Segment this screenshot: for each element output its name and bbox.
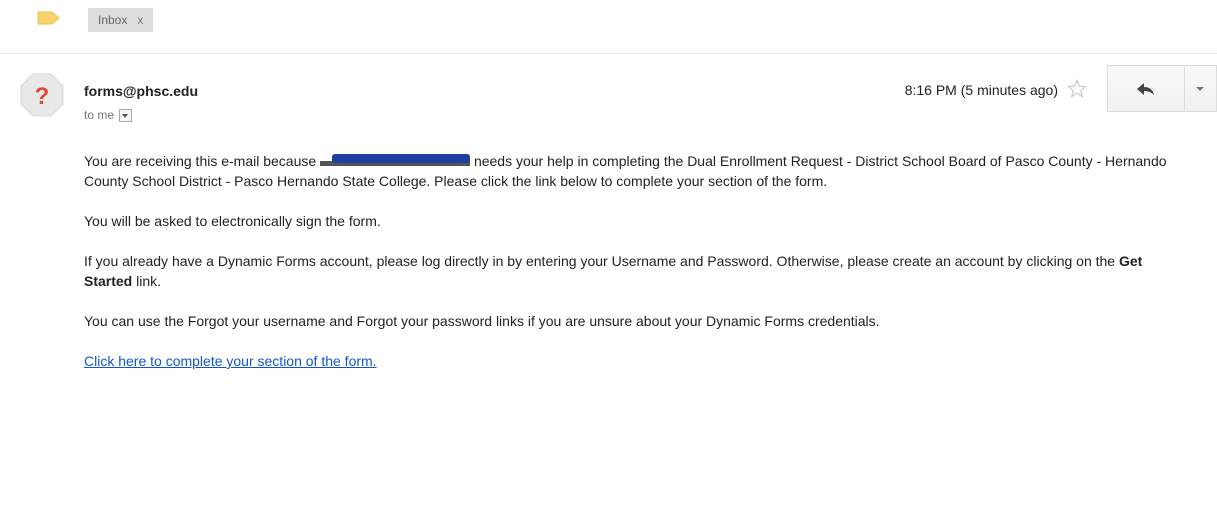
svg-text:?: ? [35, 83, 50, 110]
redacted-name [320, 154, 471, 168]
body-paragraph-1: You are receiving this e-mail because ne… [84, 153, 1167, 189]
message-timestamp: 8:16 PM (5 minutes ago) [904, 82, 1058, 98]
reply-button[interactable] [1107, 65, 1184, 112]
body-paragraph-2: You will be asked to electronically sign… [84, 213, 381, 229]
body-paragraph-3: If you already have a Dynamic Forms acco… [84, 253, 1143, 289]
body-paragraph-4: You can use the Forgot your username and… [84, 313, 880, 329]
header-divider [0, 53, 1217, 54]
details-dropdown-icon[interactable] [119, 108, 133, 122]
sender-email[interactable]: forms@phsc.edu [84, 83, 198, 99]
reply-button-group [1107, 65, 1217, 112]
inbox-label-text: Inbox [98, 13, 128, 27]
more-options-button[interactable] [1183, 65, 1217, 112]
chevron-down-icon [1196, 86, 1205, 91]
label-bar: Inbox x [0, 0, 1217, 44]
body-paragraph-5: Click here to complete your section of t… [84, 351, 1194, 371]
star-icon[interactable] [1067, 79, 1087, 99]
inbox-label-chip[interactable]: Inbox x [88, 8, 154, 32]
label-tag-icon[interactable] [37, 10, 61, 26]
recipient-text: to me [84, 108, 115, 122]
complete-form-link[interactable]: Click here to complete your section of t… [84, 353, 377, 369]
recipient-line: to me [84, 108, 133, 122]
remove-label-button[interactable]: x [137, 8, 143, 32]
reply-arrow-icon [1136, 82, 1154, 95]
unknown-sender-icon: ? [20, 73, 64, 117]
message-body: You are receiving this e-mail because ne… [84, 151, 1194, 391]
